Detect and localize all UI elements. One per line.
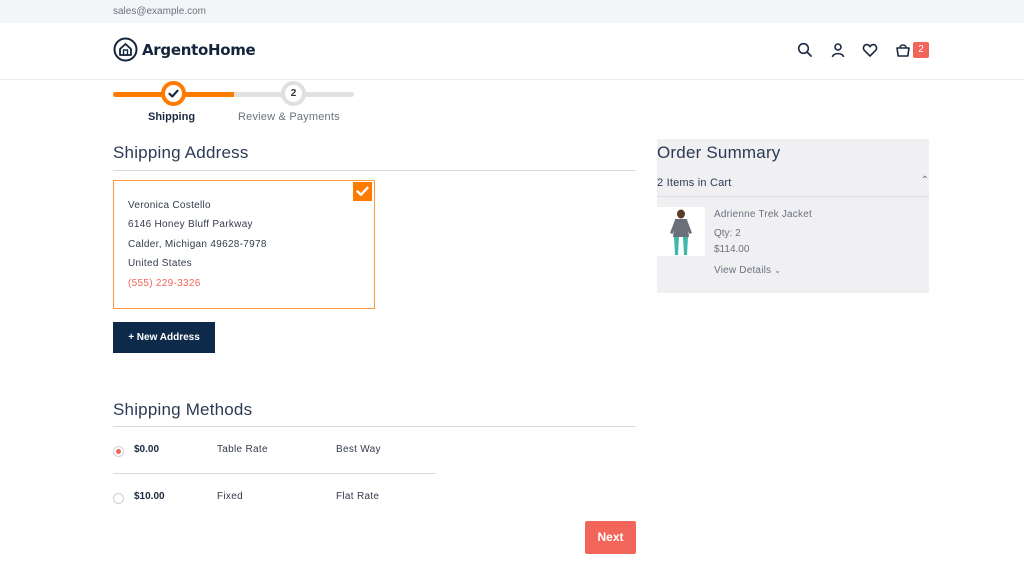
logo-text: ArgentoHome <box>142 40 256 59</box>
view-details-link[interactable]: View Details ⌄ <box>714 265 781 276</box>
product-price: $114.00 <box>714 244 750 255</box>
address-name: Veronica Costello <box>128 200 211 211</box>
search-icon[interactable] <box>797 42 813 58</box>
check-icon <box>168 89 179 98</box>
step-review-marker: 2 <box>281 81 306 106</box>
divider <box>113 426 636 427</box>
order-summary: Order Summary 2 Items in Cart ⌃ Adrienne… <box>657 139 929 293</box>
step-review-label[interactable]: Review & Payments <box>238 111 340 123</box>
product-image <box>657 207 705 256</box>
method-carrier: Flat Rate <box>336 491 380 502</box>
jacket-product-image <box>670 209 692 255</box>
shipping-address-title: Shipping Address <box>113 143 249 162</box>
logo[interactable]: ArgentoHome <box>113 37 256 62</box>
site-header: ArgentoHome 2 <box>0 23 1024 80</box>
cart-count-badge[interactable]: 2 <box>913 42 929 58</box>
shipping-method-row[interactable]: $0.00 Table Rate Best Way <box>113 440 436 486</box>
method-radio[interactable] <box>113 446 124 457</box>
method-price: $10.00 <box>134 491 165 502</box>
divider <box>113 473 436 474</box>
product-qty: Qty: 2 <box>714 228 741 239</box>
cart-icon[interactable] <box>895 42 911 58</box>
method-title: Table Rate <box>217 444 268 455</box>
method-radio[interactable] <box>113 493 124 504</box>
logo-icon <box>113 37 138 62</box>
next-button[interactable]: Next <box>585 521 636 554</box>
divider <box>113 170 636 171</box>
chevron-up-icon[interactable]: ⌃ <box>921 175 929 186</box>
step-shipping-marker <box>161 81 186 106</box>
check-icon <box>356 186 369 196</box>
view-details-label: View Details <box>714 265 772 276</box>
method-price: $0.00 <box>134 444 160 455</box>
method-carrier: Best Way <box>336 444 381 455</box>
method-title: Fixed <box>217 491 243 502</box>
top-bar: sales@example.com <box>0 0 1024 23</box>
heart-icon[interactable] <box>862 42 878 58</box>
user-icon[interactable] <box>830 42 846 58</box>
address-phone[interactable]: (555) 229-3326 <box>128 278 201 289</box>
contact-email[interactable]: sales@example.com <box>113 6 206 17</box>
address-country: United States <box>128 258 192 269</box>
product-name: Adrienne Trek Jacket <box>714 209 812 220</box>
step-shipping-label: Shipping <box>148 111 196 123</box>
address-card[interactable]: Veronica Costello 6146 Honey Bluff Parkw… <box>113 180 375 309</box>
checkout-progress: 2 Shipping Review & Payments <box>113 80 373 130</box>
divider <box>657 196 929 197</box>
address-street: 6146 Honey Bluff Parkway <box>128 219 253 230</box>
shipping-methods-title: Shipping Methods <box>113 400 253 419</box>
order-summary-title: Order Summary <box>657 143 781 162</box>
shipping-method-row[interactable]: $10.00 Fixed Flat Rate <box>113 487 436 533</box>
address-city: Calder, Michigan 49628-7978 <box>128 239 267 250</box>
selected-address-check <box>353 182 372 201</box>
items-in-cart-toggle[interactable]: 2 Items in Cart <box>657 177 732 189</box>
new-address-button[interactable]: + New Address <box>113 322 215 353</box>
chevron-down-icon: ⌄ <box>774 266 782 275</box>
